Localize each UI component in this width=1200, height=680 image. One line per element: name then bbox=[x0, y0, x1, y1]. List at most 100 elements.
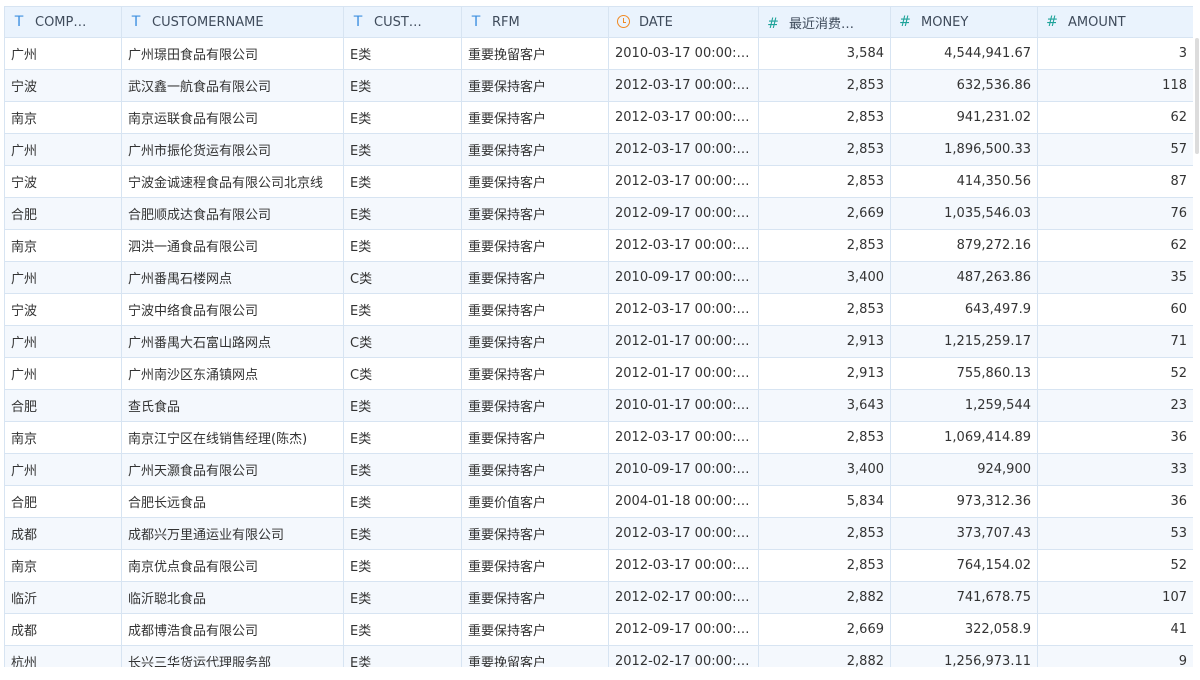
table-cell[interactable]: 广州天灏食品有限公司 bbox=[121, 453, 344, 486]
table-cell[interactable]: 924,900 bbox=[890, 453, 1038, 486]
table-cell[interactable]: 查氏食品 bbox=[121, 389, 344, 422]
table-cell[interactable]: E类 bbox=[343, 453, 462, 486]
table-cell[interactable]: 宁波金诚速程食品有限公司北京线 bbox=[121, 165, 344, 198]
table-cell[interactable]: 107 bbox=[1037, 581, 1193, 614]
table-cell[interactable]: 3,400 bbox=[758, 453, 891, 486]
table-cell[interactable]: 重要保持客户 bbox=[461, 229, 609, 262]
table-cell[interactable]: 2,882 bbox=[758, 645, 891, 667]
table-cell[interactable]: 3,400 bbox=[758, 261, 891, 294]
table-cell[interactable]: 南京 bbox=[4, 549, 122, 582]
table-row[interactable]: 广州 广州璟田食品有限公司 E类 重要挽留客户 2010-03-17 00:00:00 3… bbox=[4, 37, 1193, 70]
table-cell[interactable]: 重要挽留客户 bbox=[461, 37, 609, 70]
vertical-scrollbar-thumb[interactable] bbox=[1195, 38, 1199, 154]
table-cell[interactable]: 广州 bbox=[4, 261, 122, 294]
table-cell[interactable]: 2012-02-17 00:00:00 bbox=[608, 581, 759, 614]
table-cell[interactable]: 632,536.86 bbox=[890, 69, 1038, 102]
table-row[interactable]: 南京 南京优点食品有限公司 E类 重要保持客户 2012-03-17 00:00:00 2… bbox=[4, 549, 1193, 582]
table-cell[interactable]: 武汉鑫一航食品有限公司 bbox=[121, 69, 344, 102]
table-cell[interactable]: 重要保持客户 bbox=[461, 197, 609, 230]
table-row[interactable]: 成都 成都兴万里通运业有限公司 E类 重要保持客户 2012-03-17 00:00:0… bbox=[4, 517, 1193, 550]
table-cell[interactable]: 1,215,259.17 bbox=[890, 325, 1038, 358]
table-cell[interactable]: 南京 bbox=[4, 229, 122, 262]
table-cell[interactable]: 长兴三华货运代理服务部 bbox=[121, 645, 344, 667]
table-cell[interactable]: E类 bbox=[343, 101, 462, 134]
table-cell[interactable]: 杭州 bbox=[4, 645, 122, 667]
column-header-3[interactable]: T RFM bbox=[461, 6, 609, 38]
table-row[interactable]: 宁波 武汉鑫一航食品有限公司 E类 重要保持客户 2012-03-17 00:00:00… bbox=[4, 69, 1193, 102]
table-cell[interactable]: 4,544,941.67 bbox=[890, 37, 1038, 70]
table-cell[interactable]: 广州南沙区东涌镇网点 bbox=[121, 357, 344, 390]
table-cell[interactable]: 重要价值客户 bbox=[461, 485, 609, 518]
table-cell[interactable]: 1,259,544 bbox=[890, 389, 1038, 422]
table-row[interactable]: 合肥 合肥顺成达食品有限公司 E类 重要保持客户 2012-09-17 00:00:00… bbox=[4, 197, 1193, 230]
table-cell[interactable]: 重要保持客户 bbox=[461, 549, 609, 582]
table-cell[interactable]: 973,312.36 bbox=[890, 485, 1038, 518]
table-cell[interactable]: 重要保持客户 bbox=[461, 165, 609, 198]
table-cell[interactable]: 52 bbox=[1037, 549, 1193, 582]
table-cell[interactable]: 2,853 bbox=[758, 517, 891, 550]
table-cell[interactable]: 60 bbox=[1037, 293, 1193, 326]
table-cell[interactable]: 南京 bbox=[4, 421, 122, 454]
table-cell[interactable]: 宁波 bbox=[4, 293, 122, 326]
table-cell[interactable]: E类 bbox=[343, 197, 462, 230]
table-cell[interactable]: 764,154.02 bbox=[890, 549, 1038, 582]
table-cell[interactable]: 2012-01-17 00:00:00 bbox=[608, 325, 759, 358]
table-cell[interactable]: 2,913 bbox=[758, 325, 891, 358]
table-cell[interactable]: 487,263.86 bbox=[890, 261, 1038, 294]
table-cell[interactable]: 广州番禺石楼网点 bbox=[121, 261, 344, 294]
table-row[interactable]: 临沂 临沂聪北食品 E类 重要保持客户 2012-02-17 00:00:00 2,882… bbox=[4, 581, 1193, 614]
table-cell[interactable]: 76 bbox=[1037, 197, 1193, 230]
table-cell[interactable]: 重要保持客户 bbox=[461, 389, 609, 422]
table-cell[interactable]: 41 bbox=[1037, 613, 1193, 646]
table-cell[interactable]: 52 bbox=[1037, 357, 1193, 390]
table-cell[interactable]: C类 bbox=[343, 357, 462, 390]
table-cell[interactable]: 重要保持客户 bbox=[461, 613, 609, 646]
table-cell[interactable]: E类 bbox=[343, 485, 462, 518]
table-row[interactable]: 广州 广州市振伦货运有限公司 E类 重要保持客户 2012-03-17 00:00:00… bbox=[4, 133, 1193, 166]
table-row[interactable]: 南京 南京运联食品有限公司 E类 重要保持客户 2012-03-17 00:00:00 2… bbox=[4, 101, 1193, 134]
table-cell[interactable]: E类 bbox=[343, 517, 462, 550]
table-cell[interactable]: E类 bbox=[343, 549, 462, 582]
table-row[interactable]: 南京 泗洪一通食品有限公司 E类 重要保持客户 2012-03-17 00:00:00 2… bbox=[4, 229, 1193, 262]
table-cell[interactable]: 414,350.56 bbox=[890, 165, 1038, 198]
table-cell[interactable]: 成都 bbox=[4, 613, 122, 646]
table-cell[interactable]: E类 bbox=[343, 613, 462, 646]
table-cell[interactable]: 5,834 bbox=[758, 485, 891, 518]
table-cell[interactable]: 广州番禺大石富山路网点 bbox=[121, 325, 344, 358]
table-cell[interactable]: 322,058.9 bbox=[890, 613, 1038, 646]
table-cell[interactable]: 宁波 bbox=[4, 165, 122, 198]
table-cell[interactable]: E类 bbox=[343, 229, 462, 262]
table-cell[interactable]: 33 bbox=[1037, 453, 1193, 486]
table-row[interactable]: 宁波 宁波中络食品有限公司 E类 重要保持客户 2012-03-17 00:00:00 2… bbox=[4, 293, 1193, 326]
table-cell[interactable]: 2012-03-17 00:00:00 bbox=[608, 229, 759, 262]
table-cell[interactable]: 2012-01-17 00:00:00 bbox=[608, 357, 759, 390]
table-cell[interactable]: 2012-03-17 00:00:00 bbox=[608, 101, 759, 134]
table-cell[interactable]: 2,853 bbox=[758, 293, 891, 326]
table-cell[interactable]: 广州 bbox=[4, 325, 122, 358]
table-cell[interactable]: 重要保持客户 bbox=[461, 325, 609, 358]
table-cell[interactable]: 泗洪一通食品有限公司 bbox=[121, 229, 344, 262]
table-cell[interactable]: 9 bbox=[1037, 645, 1193, 667]
table-cell[interactable]: 重要保持客户 bbox=[461, 69, 609, 102]
table-cell[interactable]: 2,853 bbox=[758, 133, 891, 166]
table-cell[interactable]: 合肥顺成达食品有限公司 bbox=[121, 197, 344, 230]
table-cell[interactable]: 广州 bbox=[4, 37, 122, 70]
table-cell[interactable]: E类 bbox=[343, 421, 462, 454]
table-row[interactable]: 宁波 宁波金诚速程食品有限公司北京线 E类 重要保持客户 2012-03-17 00:0… bbox=[4, 165, 1193, 198]
table-cell[interactable]: 成都 bbox=[4, 517, 122, 550]
table-cell[interactable]: 重要保持客户 bbox=[461, 293, 609, 326]
table-cell[interactable]: 71 bbox=[1037, 325, 1193, 358]
column-header-0[interactable]: T COMP… bbox=[4, 6, 122, 38]
table-cell[interactable]: 2,669 bbox=[758, 197, 891, 230]
table-row[interactable]: 成都 成都博浩食品有限公司 E类 重要保持客户 2012-09-17 00:00:00 2… bbox=[4, 613, 1193, 646]
table-cell[interactable]: E类 bbox=[343, 133, 462, 166]
table-cell[interactable]: 53 bbox=[1037, 517, 1193, 550]
table-cell[interactable]: 1,035,546.03 bbox=[890, 197, 1038, 230]
table-cell[interactable]: 2,853 bbox=[758, 421, 891, 454]
table-cell[interactable]: 2,853 bbox=[758, 69, 891, 102]
table-cell[interactable]: 36 bbox=[1037, 485, 1193, 518]
table-cell[interactable]: 941,231.02 bbox=[890, 101, 1038, 134]
table-cell[interactable]: 合肥长远食品 bbox=[121, 485, 344, 518]
table-cell[interactable]: 2010-09-17 00:00:00 bbox=[608, 453, 759, 486]
table-cell[interactable]: 755,860.13 bbox=[890, 357, 1038, 390]
